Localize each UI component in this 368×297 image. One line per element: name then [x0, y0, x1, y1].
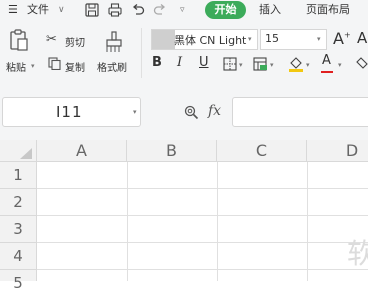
row-header-5[interactable]: 5: [0, 270, 36, 297]
formula-input[interactable]: [232, 97, 368, 127]
format-painter-button[interactable]: 格式刷: [97, 59, 127, 74]
fill-color-dropdown-icon[interactable]: ▾: [306, 61, 310, 69]
bold-button[interactable]: B: [152, 55, 162, 70]
italic-button[interactable]: I: [177, 55, 182, 70]
file-menu-chevron-icon[interactable]: ∨: [58, 0, 65, 20]
fill-color-icon[interactable]: [288, 56, 304, 72]
copy-button[interactable]: 复制: [65, 59, 85, 74]
font-name-select[interactable]: 黑体 CN Light ▾: [151, 29, 258, 50]
font-preview-swatch: [152, 30, 175, 49]
underline-button[interactable]: U: [199, 55, 209, 70]
font-name-value: 黑体 CN Light: [174, 34, 247, 47]
cell-grid[interactable]: [37, 162, 368, 281]
paste-dropdown-icon[interactable]: ▾: [31, 62, 35, 70]
format-painter-icon[interactable]: [104, 31, 124, 53]
print-icon[interactable]: [108, 3, 122, 17]
grid-line: [307, 162, 308, 281]
select-all-corner[interactable]: [0, 140, 37, 161]
tab-insert[interactable]: 插入: [259, 0, 281, 20]
clear-format-icon[interactable]: [355, 57, 368, 70]
name-box-dropdown-icon[interactable]: ▾: [133, 108, 137, 116]
column-header-d[interactable]: D: [307, 140, 368, 161]
cut-button[interactable]: 剪切: [65, 34, 85, 49]
ribbon-toolbar: 粘贴 ▾ ✂ 剪切 复制 格式刷 黑体 CN Light ▾ 15 ▾ A+ A…: [0, 22, 368, 84]
column-header-b[interactable]: B: [127, 140, 217, 161]
tab-page-layout[interactable]: 页面布局: [306, 0, 350, 20]
ribbon-separator: [141, 28, 142, 78]
grid-line: [217, 162, 218, 281]
increase-font-letter: A: [333, 29, 344, 48]
grid-line: [37, 188, 368, 189]
select-all-triangle-icon: [20, 148, 32, 159]
borders-dropdown-icon[interactable]: ▾: [239, 61, 243, 69]
hamburger-menu-icon[interactable]: ☰: [8, 0, 18, 20]
grid-line: [37, 242, 368, 243]
watermark-text: 软: [347, 237, 368, 270]
font-color-swatch: [321, 71, 333, 73]
row-header-3[interactable]: 3: [0, 216, 36, 243]
undo-icon[interactable]: [131, 3, 145, 17]
row-header-column: 1 2 3 4 5: [0, 162, 37, 292]
cell-style-dropdown-icon[interactable]: ▾: [270, 61, 274, 69]
column-header-row: A B C D: [0, 140, 368, 162]
decrease-font-size-button[interactable]: A: [357, 29, 367, 47]
font-size-select[interactable]: 15 ▾: [260, 29, 327, 50]
grid-line: [127, 162, 128, 281]
cell-reference-value: I11: [56, 103, 83, 121]
tab-home[interactable]: 开始: [205, 1, 246, 19]
column-header-a[interactable]: A: [37, 140, 127, 161]
font-size-value: 15: [265, 32, 279, 45]
paste-button[interactable]: 粘贴: [6, 59, 26, 74]
font-name-dropdown-icon[interactable]: ▾: [248, 35, 252, 43]
increase-font-size-button[interactable]: A+: [333, 29, 351, 48]
copy-icon[interactable]: [48, 57, 61, 70]
grid-line: [37, 215, 368, 216]
zoom-function-icon[interactable]: [184, 105, 199, 120]
cell-style-icon[interactable]: [253, 57, 268, 71]
scissors-icon[interactable]: ✂: [46, 32, 57, 47]
grid-line: [37, 269, 368, 270]
formula-bar: I11 ▾ fx: [0, 84, 368, 140]
column-header-c[interactable]: C: [217, 140, 307, 161]
font-size-dropdown-icon[interactable]: ▾: [317, 35, 321, 43]
menu-bar: ☰ 文件 ∨ ▿ 开始 插入 页面布局: [0, 0, 368, 22]
quick-access-dropdown-icon[interactable]: ▿: [180, 0, 185, 20]
borders-icon[interactable]: [223, 57, 237, 71]
paste-icon[interactable]: [9, 29, 29, 51]
name-box[interactable]: I11 ▾: [2, 97, 141, 127]
font-color-button[interactable]: A: [322, 53, 331, 68]
font-color-dropdown-icon[interactable]: ▾: [338, 61, 342, 69]
redo-icon[interactable]: [153, 3, 167, 17]
save-icon[interactable]: [85, 3, 99, 17]
file-menu[interactable]: 文件: [27, 0, 49, 20]
increase-font-plus-icon: +: [343, 30, 351, 40]
insert-function-fx-icon[interactable]: fx: [208, 103, 221, 119]
row-header-1[interactable]: 1: [0, 162, 36, 189]
row-header-2[interactable]: 2: [0, 189, 36, 216]
row-header-4[interactable]: 4: [0, 243, 36, 270]
